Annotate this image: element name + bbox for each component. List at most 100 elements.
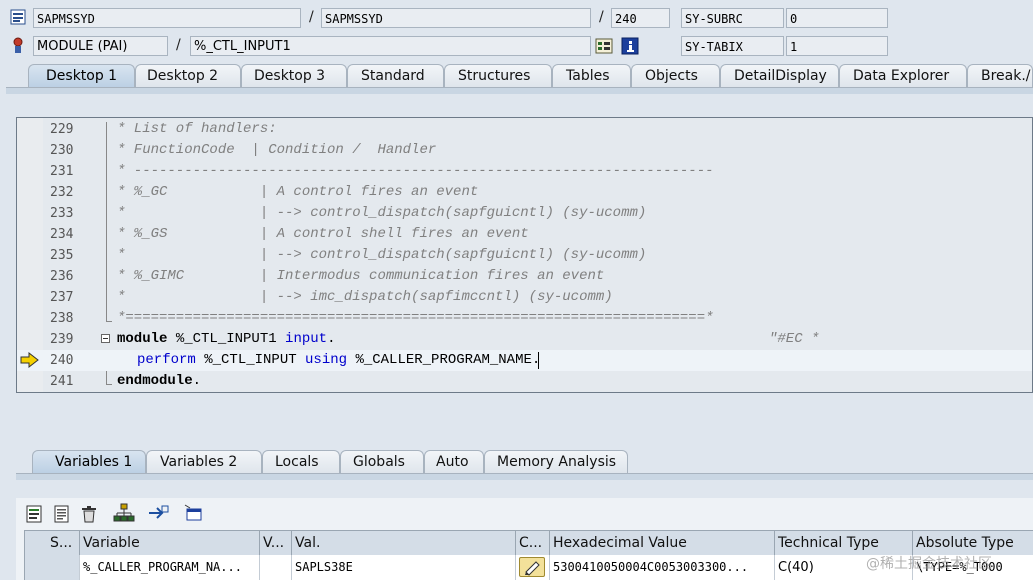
value-cell[interactable]: SAPLS38E (292, 555, 516, 580)
main-program-field[interactable]: SAPMSSYD (33, 8, 301, 28)
comment-text: *=======================================… (117, 310, 714, 326)
edit-pencil-icon[interactable] (519, 557, 545, 577)
line-number: 231 (50, 164, 74, 179)
program-icon (10, 9, 26, 25)
col-header-absolute-type[interactable]: Absolute Type (913, 531, 1033, 555)
code-line[interactable]: 239 module %_CTL_INPUT1 input. "#EC * (17, 329, 1032, 350)
hex-value-cell[interactable]: 5300410050004C0053003300... (550, 555, 775, 580)
tab-divider (16, 473, 1033, 480)
tab-locals[interactable]: Locals (262, 450, 340, 473)
period: . (192, 373, 202, 389)
display-list-icon[interactable] (595, 37, 613, 55)
tab-desktop-3[interactable]: Desktop 3 (241, 64, 347, 87)
tab-detail-display[interactable]: DetailDisplay (720, 64, 839, 87)
sy-subrc-value[interactable]: 0 (786, 8, 888, 28)
comment-text: * --------------------------------------… (117, 163, 714, 179)
line-number: 241 (50, 374, 74, 389)
comment-text: * %_GC | A control fires an event (117, 184, 479, 200)
source-code-editor[interactable]: 229 * List of handlers: 230 * FunctionCode… (16, 117, 1033, 393)
keyword-perform: perform (137, 352, 196, 368)
code-line[interactable]: 229 * List of handlers: (17, 119, 1032, 140)
text-cursor (538, 352, 539, 369)
code-line[interactable]: 231 * -----------------------------------… (17, 161, 1032, 182)
code-line[interactable]: 234 * %_GS | A control shell fires an eve… (17, 224, 1032, 245)
main-tabstrip: Desktop 1 Desktop 2 Desktop 3 Standard S… (6, 64, 1033, 88)
col-header-status[interactable]: S... (24, 531, 80, 555)
separator: / (599, 9, 604, 25)
fold-bracket (106, 384, 112, 385)
col-header-change[interactable]: C... (516, 531, 550, 555)
line-number: 234 (50, 227, 74, 242)
col-header-value[interactable]: Val. (292, 531, 516, 555)
tab-desktop-2[interactable]: Desktop 2 (135, 64, 241, 87)
new-window-icon[interactable] (184, 504, 204, 522)
comment-text: * | --> imc_dispatch(sapfimccntl) (sy-uc… (117, 289, 613, 305)
line-number: 229 (50, 122, 74, 137)
col-header-technical-type[interactable]: Technical Type (775, 531, 913, 555)
col-header-hex[interactable]: Hexadecimal Value (550, 531, 775, 555)
sy-subrc-label: SY-SUBRC (681, 8, 784, 28)
tab-divider (6, 87, 1033, 94)
tab-auto[interactable]: Auto (424, 450, 484, 473)
tab-tables[interactable]: Tables (552, 64, 631, 87)
current-statement-arrow-icon (20, 351, 40, 369)
tab-objects[interactable]: Objects (631, 64, 720, 87)
line-number: 236 (50, 269, 74, 284)
comment-text: * FunctionCode | Condition / Handler (117, 142, 437, 158)
event-type-field[interactable]: MODULE (PAI) (33, 36, 168, 56)
navigate-icon[interactable] (147, 503, 169, 523)
v-cell[interactable] (260, 555, 292, 580)
tab-globals[interactable]: Globals (340, 450, 424, 473)
tab-variables-2[interactable]: Variables 2 (146, 450, 262, 473)
watermark: @稀土掘金技术社区 (866, 556, 992, 572)
line-number: 240 (50, 353, 74, 368)
tab-memory-analysis[interactable]: Memory Analysis (484, 450, 628, 473)
detail-view-icon[interactable] (26, 505, 44, 523)
code-line[interactable]: 232 * %_GC | A control fires an event (17, 182, 1032, 203)
code-line[interactable]: 236 * %_GIMC | Intermodus communication f… (17, 266, 1032, 287)
collapse-toggle-icon[interactable] (101, 334, 110, 343)
code-statement: perform %_CTL_INPUT using %_CALLER_PROGR… (137, 350, 540, 371)
sy-tabix-label: SY-TABIX (681, 36, 784, 56)
keyword-module: module (117, 331, 168, 347)
document-icon[interactable] (53, 505, 71, 523)
tab-data-explorer[interactable]: Data Explorer (839, 64, 967, 87)
event-name-field[interactable]: %_CTL_INPUT1 (190, 36, 591, 56)
comment-text: * %_GIMC | Intermodus communication fire… (117, 268, 605, 284)
tab-structures[interactable]: Structures (444, 64, 552, 87)
sy-tabix-value[interactable]: 1 (786, 36, 888, 56)
separator: / (309, 9, 314, 25)
tab-breakpoints[interactable]: Break./ (967, 64, 1033, 87)
period: . (327, 331, 336, 347)
code-line[interactable]: 233 * | --> control_dispatch(sapfguicntl)… (17, 203, 1032, 224)
current-code-line[interactable]: 240 perform %_CTL_INPUT using %_CALLER_P… (17, 350, 1032, 371)
line-number: 238 (50, 311, 74, 326)
comment-text: * | --> control_dispatch(sapfguicntl) (s… (117, 247, 647, 263)
hierarchy-icon[interactable] (113, 503, 135, 523)
line-number: 233 (50, 206, 74, 221)
row-status-cell[interactable] (24, 555, 80, 580)
code-statement: module %_CTL_INPUT1 input. (117, 329, 335, 350)
comment-text: * %_GS | A control shell fires an event (117, 226, 529, 242)
tab-standard[interactable]: Standard (347, 64, 444, 87)
col-header-variable[interactable]: Variable (80, 531, 260, 555)
line-number: 237 (50, 290, 74, 305)
col-header-v[interactable]: V... (260, 531, 292, 555)
code-line[interactable]: 241 endmodule. (17, 371, 1032, 392)
keyword-input: input (285, 331, 328, 347)
separator: / (176, 37, 181, 53)
tab-desktop-1[interactable]: Desktop 1 (28, 64, 135, 87)
code-line[interactable]: 230 * FunctionCode | Condition / Handler (17, 140, 1032, 161)
tab-variables-1[interactable]: Variables 1 (32, 450, 146, 473)
change-cell[interactable] (516, 555, 550, 580)
keyword-using: using (305, 352, 348, 368)
delete-icon[interactable] (80, 505, 98, 523)
code-line[interactable]: 237 * | --> imc_dispatch(sapfimccntl) (sy… (17, 287, 1032, 308)
info-icon[interactable] (621, 37, 639, 55)
code-line[interactable]: 235 * | --> control_dispatch(sapfguicntl)… (17, 245, 1032, 266)
line-number: 232 (50, 185, 74, 200)
code-line[interactable]: 238 *====================================… (17, 308, 1032, 329)
include-program-field[interactable]: SAPMSSYD (321, 8, 591, 28)
line-number-field[interactable]: 240 (611, 8, 670, 28)
variable-name-cell[interactable]: %_CALLER_PROGRAM_NA... (80, 555, 260, 580)
